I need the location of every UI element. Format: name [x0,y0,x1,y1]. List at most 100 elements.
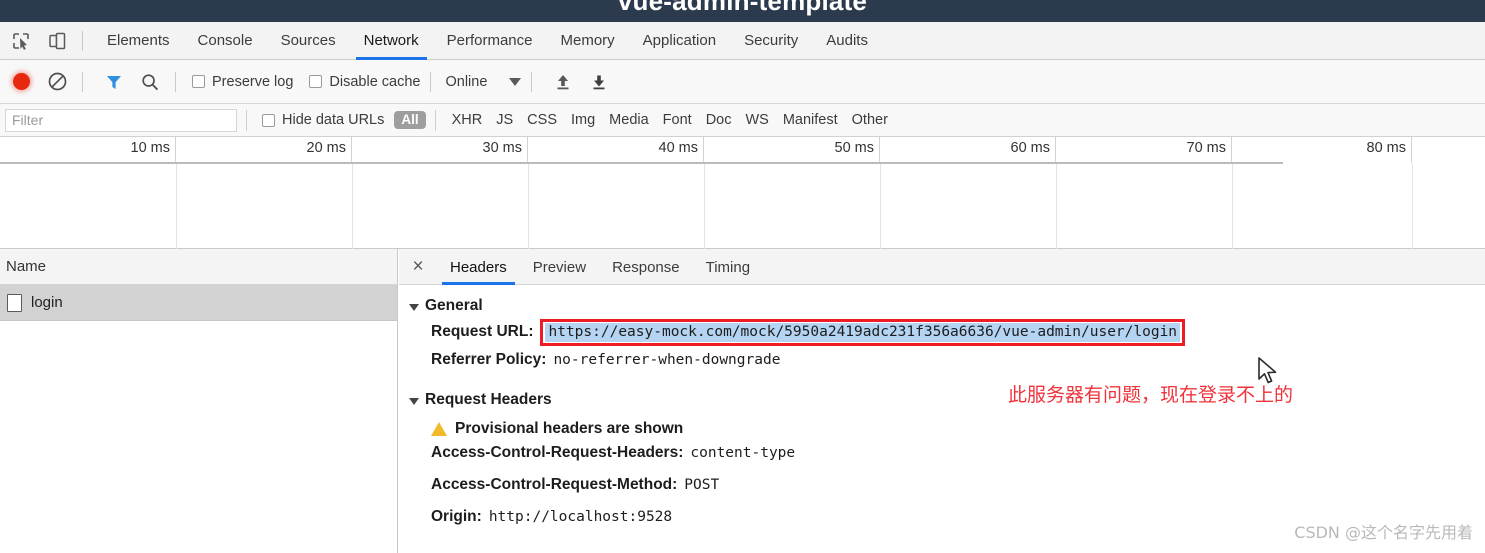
filter-type-other[interactable]: Other [852,112,888,128]
toolbar-divider [82,30,83,51]
grid-line [528,164,529,249]
toolbar-divider-4 [430,71,432,92]
tab-memory[interactable]: Memory [547,22,629,60]
browser-title-bar: vue-admin-template [0,0,1485,22]
filter-type-css[interactable]: CSS [527,112,557,128]
tab-performance[interactable]: Performance [433,22,547,60]
devtools-window: vue-admin-template Elements Console Sour… [0,0,1485,553]
devtools-tabbar: Elements Console Sources Network Perform… [0,22,1485,60]
record-icon[interactable] [6,67,36,97]
column-header-name[interactable]: Name [0,249,397,285]
tab-audits[interactable]: Audits [812,22,882,60]
section-general[interactable]: General [409,297,1485,315]
ruler-baseline [0,162,1283,164]
tab-preview[interactable]: Preview [520,249,599,285]
clear-icon[interactable] [42,67,72,97]
tab-sources-label: Sources [280,32,336,49]
document-icon [7,293,22,312]
filter-type-manifest[interactable]: Manifest [783,112,838,128]
preserve-log-label: Preserve log [212,73,294,90]
filter-type-xhr[interactable]: XHR [452,112,483,128]
provisional-headers-text: Provisional headers are shown [455,419,684,437]
close-icon[interactable]: × [399,249,437,284]
warning-icon [431,421,447,436]
filterbar-divider-2 [434,109,436,131]
hide-data-urls-label: Hide data URLs [282,112,385,128]
checkbox-box [192,75,205,88]
search-icon[interactable] [135,67,165,97]
toolbar-divider-5 [531,71,533,92]
checkbox-box [262,113,275,127]
section-request-headers-label: Request Headers [425,391,552,408]
filter-type-font[interactable]: Font [663,112,692,128]
header-value: content-type [690,445,796,461]
request-url-key: Request URL: [431,323,534,340]
filter-type-media[interactable]: Media [609,112,649,128]
tick-label: 10 ms [130,140,171,156]
filter-icon[interactable] [99,67,129,97]
hide-data-urls-checkbox[interactable]: Hide data URLs [262,112,384,128]
request-url-value[interactable]: https://easy-mock.com/mock/5950a2419adc2… [545,323,1181,342]
grid-line [704,164,705,249]
tab-network[interactable]: Network [350,22,433,60]
disable-cache-checkbox[interactable]: Disable cache [309,74,420,90]
header-value: http://localhost:9528 [488,509,673,525]
tab-elements[interactable]: Elements [93,22,184,60]
import-har-icon[interactable] [548,67,578,97]
tick-label: 60 ms [1010,140,1051,156]
watermark: CSDN @这个名字先用着 [1294,523,1473,542]
grid-line [880,164,881,249]
filter-type-doc[interactable]: Doc [706,112,732,128]
table-row[interactable]: login [0,285,397,321]
page-title: vue-admin-template [617,0,868,16]
referrer-policy-key: Referrer Policy: [431,351,547,368]
triangle-down-icon [409,303,419,311]
tab-headers[interactable]: Headers [437,249,520,285]
tab-application[interactable]: Application [629,22,730,60]
filter-type-js[interactable]: JS [496,112,513,128]
grid-line [1056,164,1057,249]
filter-type-ws[interactable]: WS [745,112,768,128]
preserve-log-checkbox[interactable]: Preserve log [192,74,293,90]
tab-timing-label: Timing [705,258,751,276]
header-key: Access-Control-Request-Headers: [431,444,684,461]
network-toolbar: Preserve log Disable cache Online [0,60,1485,104]
tab-response-label: Response [612,258,680,276]
checkbox-box [309,75,323,88]
header-value: POST [684,477,720,493]
request-url-highlight-box: https://easy-mock.com/mock/5950a2419adc2… [540,319,1186,346]
filter-input[interactable]: Filter [5,108,237,132]
request-details-panel: × Headers Preview Response Timing Genera… [399,249,1485,553]
filter-type-img[interactable]: Img [571,112,595,128]
inspect-element-icon[interactable] [6,26,36,56]
section-request-headers[interactable]: Request Headers [409,391,1485,409]
toolbar-divider-2 [82,71,83,92]
tab-security-label: Security [744,32,799,49]
annotation-text: 此服务器有问题，现在登录不上的 [1008,384,1294,406]
section-general-label: General [425,297,483,314]
export-har-icon[interactable] [584,67,614,97]
devtools-tab-list: Elements Console Sources Network Perform… [93,22,882,60]
tab-timing[interactable]: Timing [693,249,763,285]
header-row: Access-Control-Request-Headers: content-… [431,444,1485,476]
tab-network-label: Network [363,32,419,49]
header-row: Access-Control-Request-Method: POST [431,476,1485,508]
device-toolbar-icon[interactable] [42,26,72,56]
tab-elements-label: Elements [107,32,170,49]
provisional-headers-warning: Provisional headers are shown [431,413,1485,444]
tab-console-label: Console [197,32,253,49]
filter-type-all[interactable]: All [394,110,426,130]
request-list-panel: Name login [0,249,398,553]
disable-cache-label: Disable cache [329,73,421,90]
header-key: Origin: [431,508,482,525]
tab-response[interactable]: Response [599,249,693,285]
tab-console[interactable]: Console [184,22,267,60]
tab-security[interactable]: Security [730,22,812,60]
throttling-select[interactable]: Online [445,74,522,90]
tab-sources[interactable]: Sources [267,22,350,60]
grid-line [176,164,177,249]
headers-content: General Request URL: https://easy-mock.c… [399,285,1485,540]
tick-label: 40 ms [658,140,699,156]
grid-line [1232,164,1233,249]
network-overview[interactable]: 10 ms 20 ms 30 ms 40 ms 50 ms 60 ms 70 m… [0,137,1485,249]
